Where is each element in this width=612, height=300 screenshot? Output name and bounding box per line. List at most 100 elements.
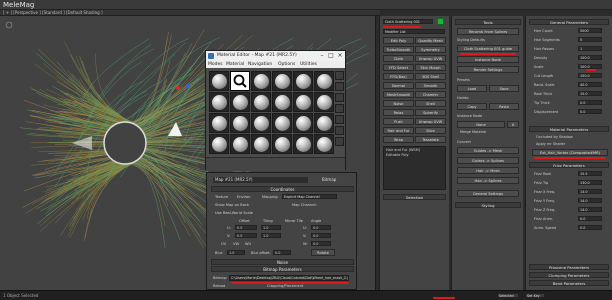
modifier-button[interactable]: Normal [383, 82, 414, 89]
video-color-icon[interactable] [335, 115, 344, 124]
bitmap-parameters-rollout[interactable]: Bitmap Parameters [211, 266, 354, 272]
menu-material[interactable]: Material [226, 62, 244, 67]
blur-offset-field[interactable]: 0.0 [273, 250, 291, 255]
param-spinner[interactable]: 100.0 [578, 73, 602, 78]
sample-slot[interactable] [209, 71, 229, 91]
paste-button[interactable]: Paste [489, 103, 519, 110]
backlight-icon[interactable] [335, 82, 344, 91]
mapping-dropdown[interactable]: Explicit Map Channel [282, 194, 337, 199]
hair-to-mesh-button[interactable]: Hair -> Mesh [457, 167, 519, 174]
u-tiling-field[interactable]: 1.0 [261, 225, 281, 230]
hair-to-splines-button[interactable]: Hair -> Splines [457, 177, 519, 184]
param-spinner[interactable]: 15.0 [578, 91, 602, 96]
menu-utilities[interactable]: Utilities [300, 62, 317, 67]
stack-item-hair[interactable]: Hair and Fur (WSM) [386, 148, 420, 152]
clumping-rollout[interactable]: Clumping Parameters [529, 272, 609, 278]
sample-slot[interactable] [272, 134, 292, 154]
modifier-button[interactable]: Tesselate [415, 136, 446, 143]
menu-modes[interactable]: Modes [208, 62, 223, 67]
occluded-checkbox[interactable]: Occluded by Shadow [536, 135, 573, 139]
param-spinner[interactable]: 5 [578, 37, 602, 42]
uv-tiling-icon[interactable] [335, 104, 344, 113]
modifier-button[interactable]: Relax [383, 109, 414, 116]
sample-slot[interactable] [209, 113, 229, 133]
maximize-icon[interactable]: □ [327, 52, 335, 59]
param-spinner[interactable]: 0.0 [578, 216, 602, 221]
noise-rollout[interactable]: Noise [211, 259, 354, 265]
modifier-button[interactable]: MeshSmooth [383, 91, 414, 98]
real-world-scale-checkbox[interactable]: Use Real-World Scale [215, 211, 253, 215]
environ-radio[interactable]: Environ [237, 195, 251, 199]
param-spinner[interactable]: 15.5 [578, 171, 602, 176]
sample-slot[interactable] [293, 92, 313, 112]
modifier-button[interactable]: Shell [415, 100, 446, 107]
v-offset-field[interactable]: 0.0 [235, 233, 257, 238]
param-spinner[interactable]: 14.0 [578, 207, 602, 212]
sample-slot[interactable] [209, 92, 229, 112]
modifier-button[interactable]: Slice [415, 127, 446, 134]
stack-item-poly[interactable]: Editable Poly [386, 153, 409, 157]
param-spinner[interactable]: 1 [578, 46, 602, 51]
param-spinner[interactable]: 14.0 [578, 198, 602, 203]
proscene-rollout[interactable]: Proscene Parameters [529, 264, 609, 270]
modifier-button[interactable]: TurboSmooth [383, 46, 414, 53]
sample-slot[interactable] [314, 92, 334, 112]
menu-options[interactable]: Options [278, 62, 295, 67]
sample-slot[interactable] [230, 71, 250, 91]
sample-type-icon[interactable] [335, 71, 344, 80]
sample-slot[interactable] [272, 92, 292, 112]
v-angle-field[interactable]: 0.0 [311, 233, 331, 238]
u-offset-field[interactable]: 0.0 [235, 225, 257, 230]
modifier-list-dropdown[interactable]: Modifier List [383, 29, 445, 34]
load-button[interactable]: Load [457, 85, 487, 92]
param-spinner[interactable]: 130.0 [578, 180, 602, 185]
blur-field[interactable]: 1.0 [227, 250, 245, 255]
map-name-field[interactable]: Map #21 (MR2.5Y) [213, 177, 308, 183]
vw-radio[interactable]: VW [233, 242, 239, 246]
minimize-icon[interactable]: – [318, 52, 326, 59]
sample-slot[interactable] [251, 113, 271, 133]
modifier-button[interactable]: Unwrap UVW [415, 55, 446, 62]
copy-button[interactable]: Copy [457, 103, 487, 110]
background-icon[interactable] [335, 93, 344, 102]
sample-slot[interactable] [272, 71, 292, 91]
modifier-button[interactable]: FFD(Box) [383, 73, 414, 80]
param-spinner[interactable]: 100.0 [578, 55, 602, 60]
styling-rollout[interactable]: Styling [455, 202, 521, 208]
w-angle-field[interactable]: 0.0 [311, 241, 331, 246]
map-type-button[interactable]: Bitmap [322, 177, 336, 182]
param-spinner[interactable]: 0.0 [578, 109, 602, 114]
recomb-button[interactable]: Recomb From Splines [457, 28, 519, 35]
modifier-button[interactable]: Wrap [383, 136, 414, 143]
modifier-button[interactable]: Chamfer [415, 91, 446, 98]
sample-slot[interactable] [230, 92, 250, 112]
param-spinner[interactable]: 5000 [578, 28, 602, 33]
sample-slot[interactable] [314, 134, 334, 154]
modifier-button[interactable]: Unwrap UVW [415, 118, 446, 125]
options-icon[interactable] [335, 137, 344, 146]
bitmap-path-button[interactable]: C:\Users\Marie\Desktop\ZBG\Cloud\Colored… [229, 275, 349, 281]
modifier-button[interactable]: Quadify Mesh [415, 37, 446, 44]
param-spinner[interactable]: 14.0 [578, 189, 602, 194]
wu-radio[interactable]: WU [245, 242, 251, 246]
object-color-swatch[interactable] [437, 18, 444, 25]
settings-button[interactable]: General Settings [457, 190, 519, 197]
guides-to-mesh-button[interactable]: Guides -> Mesh [457, 147, 519, 154]
sample-slot[interactable] [293, 134, 313, 154]
make-preview-icon[interactable] [335, 126, 344, 135]
apply-mr-shader-checkbox[interactable]: Apply mr Shader [536, 142, 565, 146]
coordinates-rollout[interactable]: Coordinates [211, 186, 354, 192]
object-name-field[interactable]: Cloth Scattering 001 [383, 19, 433, 24]
save-button[interactable]: Save [489, 85, 519, 92]
show-map-on-back-checkbox[interactable]: Show Map on Back [215, 203, 249, 207]
instance-node-button[interactable]: Instance Node [457, 56, 519, 63]
bend-rollout[interactable]: Bend Parameters [529, 280, 609, 286]
reload-button[interactable]: Reload [213, 284, 225, 288]
modifier-button[interactable]: Edit Poly [383, 37, 414, 44]
viewport-label[interactable]: [ + ] [Perspective ] [Standard ] [Defaul… [3, 10, 103, 15]
sample-slot[interactable] [251, 71, 271, 91]
sample-slot[interactable] [293, 71, 313, 91]
sample-slot[interactable] [314, 71, 334, 91]
param-spinner[interactable]: 0.0 [578, 225, 602, 230]
rotate-button[interactable]: Rotate [311, 249, 335, 256]
